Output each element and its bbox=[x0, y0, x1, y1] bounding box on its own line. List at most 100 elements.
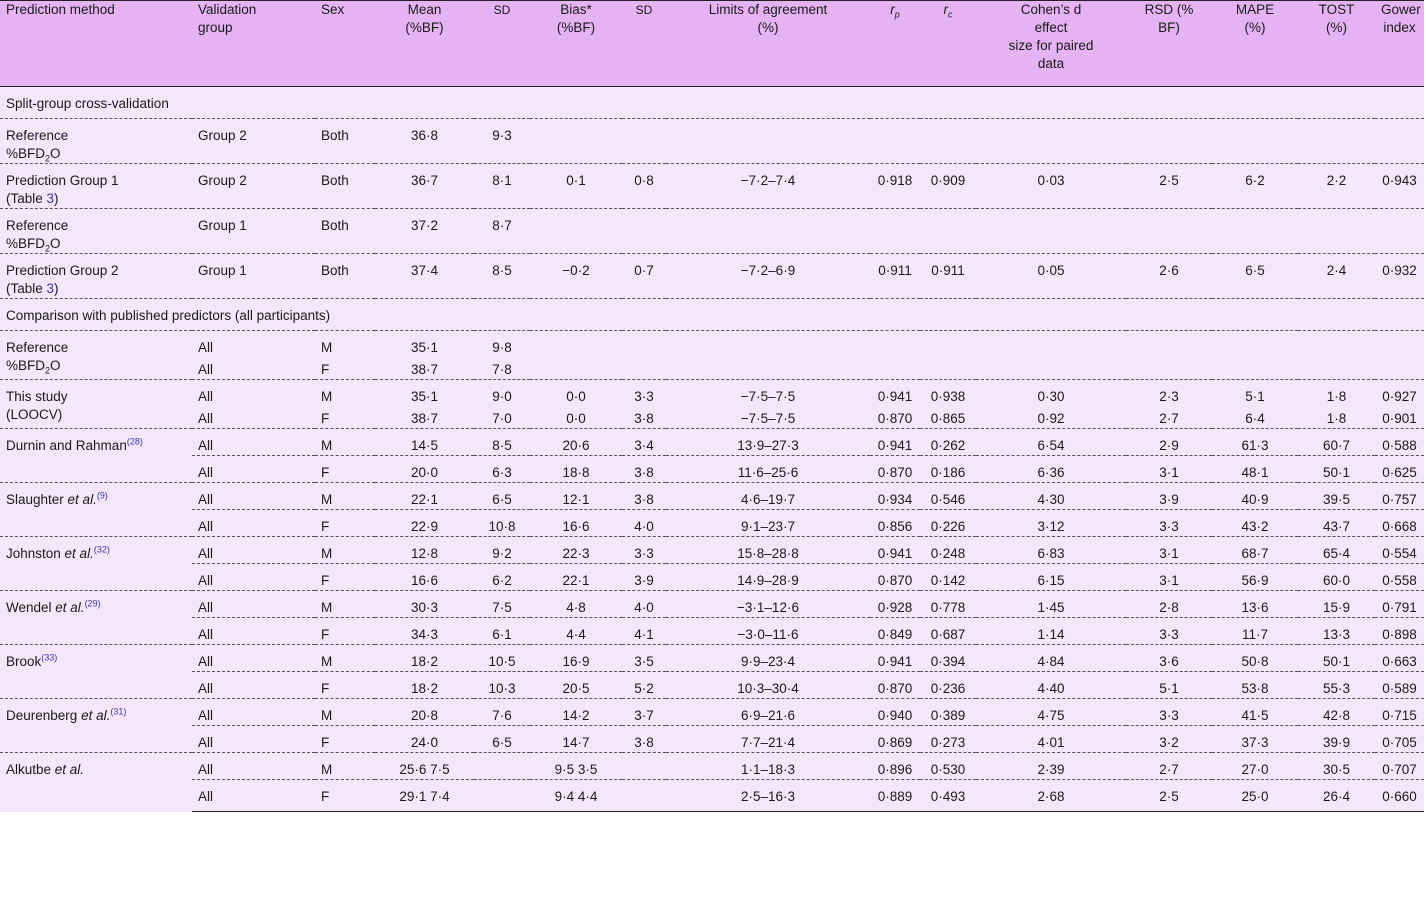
rc-cell: 0·186 bbox=[920, 455, 976, 483]
header-row: Prediction method Validation group Sex Me… bbox=[0, 0, 1424, 87]
rc-cell: 0·273 bbox=[920, 725, 976, 753]
sd-cell: 9·0 bbox=[474, 379, 530, 406]
bias-cell: 22·3 bbox=[530, 536, 622, 564]
table-row: Alkutbe et al. All M 25·6 7·5 9·5 3·5 1·1–18… bbox=[0, 752, 1424, 812]
table-row: Reference %BFD2O Group 2 Both 36·8 9·3 bbox=[0, 118, 1424, 164]
gower-cell bbox=[1375, 208, 1424, 254]
col-rsd: RSD (% BF) bbox=[1126, 0, 1212, 87]
loa-cell: −7·2–7·4 bbox=[666, 163, 870, 209]
bias-cell bbox=[530, 118, 622, 164]
rc-cell: 0·226 bbox=[920, 509, 976, 537]
rsd-cell: 3·3 bbox=[1126, 698, 1212, 726]
bias-sd-cell bbox=[622, 330, 666, 357]
sex-cell: F bbox=[315, 617, 375, 645]
method-cell: Reference %BFD2O bbox=[0, 208, 192, 254]
cohen-cell bbox=[976, 118, 1126, 164]
bias-cell: 9·5 3·5 bbox=[530, 752, 622, 780]
mape-cell bbox=[1212, 330, 1298, 357]
rc-cell bbox=[920, 118, 976, 164]
rc-cell: 0·248 bbox=[920, 536, 976, 564]
rp-cell: 0·856 bbox=[870, 509, 920, 537]
group-cell: All bbox=[192, 455, 315, 483]
bias-cell: 16·9 bbox=[530, 644, 622, 672]
mape-cell bbox=[1212, 118, 1298, 164]
table-row: All F 20·0 6·3 18·8 3·8 11·6–25·6 0·870 0·186 6·3… bbox=[0, 455, 1424, 483]
rsd-cell: 2·3 bbox=[1126, 379, 1212, 406]
gower-cell: 0·554 bbox=[1375, 536, 1424, 564]
rp-cell: 0·889 bbox=[870, 779, 920, 812]
bias-cell: 14·2 bbox=[530, 698, 622, 726]
gower-cell bbox=[1375, 357, 1424, 380]
bias-sd-cell: 3·5 bbox=[622, 644, 666, 672]
table-row: All F 29·1 7·4 9·4 4·4 2·5–16·3 0·889 0·493 2·6… bbox=[0, 779, 1424, 812]
group-cell: All bbox=[192, 590, 315, 618]
rsd-cell: 3·1 bbox=[1126, 536, 1212, 564]
group-cell: Group 2 bbox=[192, 163, 315, 209]
tost-cell: 1·8 bbox=[1326, 411, 1347, 426]
sex-cell: M bbox=[315, 330, 375, 357]
table-row: Reference %BFD2O Group 1 Both 37·2 8·7 bbox=[0, 208, 1424, 254]
bias-cell bbox=[530, 357, 622, 380]
bias-sd-cell: 0·8 bbox=[622, 163, 666, 209]
rsd-cell bbox=[1126, 330, 1212, 357]
sd-cell: 6·1 bbox=[474, 617, 530, 645]
method-cell: Reference %BFD2O bbox=[0, 330, 192, 380]
tost-cell: 30·5 bbox=[1298, 752, 1375, 780]
sd-cell: 6·2 bbox=[474, 563, 530, 591]
col-group: Validation group bbox=[192, 0, 315, 87]
bias-sd-cell: 3·8 bbox=[622, 725, 666, 753]
tost-cell: 43·7 bbox=[1298, 509, 1375, 537]
table-row: Deurenberg et al.(31) All M 20·8 7·6 14·2 3·7… bbox=[0, 698, 1424, 753]
bias-cell: 4·8 bbox=[530, 590, 622, 618]
group-cell: Group 1 bbox=[192, 253, 315, 299]
rsd-cell bbox=[1126, 357, 1212, 380]
rsd-cell: 3·6 bbox=[1126, 644, 1212, 672]
table-row: All F 34·3 6·1 4·4 4·1 −3·0–11·6 0·849 0·687 1·14… bbox=[0, 617, 1424, 645]
table-row: All F 18·2 10·3 20·5 5·2 10·3–30·4 0·870 0·236 4·… bbox=[0, 671, 1424, 699]
sex-cell: M bbox=[315, 428, 375, 456]
mape-cell: 43·2 bbox=[1212, 509, 1298, 537]
table-row: All F 16·6 6·2 22·1 3·9 14·9–28·9 0·870 0·142 6·1… bbox=[0, 563, 1424, 591]
sd-cell: 10·8 bbox=[474, 509, 530, 537]
loa-cell: 9·9–23·4 bbox=[666, 644, 870, 672]
sd-cell bbox=[474, 752, 530, 780]
method-cell: Prediction Group 1 (Table 3) bbox=[0, 163, 192, 209]
rsd-cell bbox=[1126, 118, 1212, 164]
mean-cell: 16·6 bbox=[375, 563, 474, 591]
cohen-cell: 0·30 bbox=[976, 379, 1126, 406]
cohen-cell: 4·01 bbox=[976, 725, 1126, 753]
rp-cell: 0·870 bbox=[870, 455, 920, 483]
gower-cell: 0·927 bbox=[1375, 379, 1424, 406]
rc-cell: 0·389 bbox=[920, 698, 976, 726]
cohen-cell: 0·05 bbox=[976, 253, 1126, 299]
bias-sd-cell bbox=[622, 118, 666, 164]
table-row: Wendel et al.(29) All M 30·3 7·5 4·8 4·0 −3·1–… bbox=[0, 590, 1424, 645]
mean-cell: 25·6 7·5 bbox=[375, 752, 474, 780]
table-row: This study (LOOCV) All M 35·1 9·0 0·0 3·3 −7·5–… bbox=[0, 379, 1424, 429]
mape-cell: 40·9 bbox=[1212, 482, 1298, 510]
cohen-cell bbox=[976, 330, 1126, 357]
gower-cell: 0·660 bbox=[1375, 779, 1424, 812]
tost-cell: 42·8 bbox=[1298, 698, 1375, 726]
sd-cell: 6·5 bbox=[474, 725, 530, 753]
gower-cell: 0·943 bbox=[1375, 163, 1424, 209]
mean-cell: 12·8 bbox=[375, 536, 474, 564]
rc-cell: 0·142 bbox=[920, 563, 976, 591]
gower-cell: 0·588 bbox=[1375, 428, 1424, 456]
bias-cell: 0·0 bbox=[566, 411, 586, 426]
section-published: Comparison with published predictors (al… bbox=[0, 298, 1424, 331]
rsd-cell: 3·2 bbox=[1126, 725, 1212, 753]
table-row: All F 38·7 7·0 0·0 3·8 −7·5–7·5 0·870 0·865 0·92 2… bbox=[0, 406, 1424, 429]
tost-cell: 1·8 bbox=[1298, 379, 1375, 406]
tost-cell: 60·0 bbox=[1298, 563, 1375, 591]
group-cell: All bbox=[192, 509, 315, 537]
cohen-cell: 4·40 bbox=[976, 671, 1126, 699]
sex-cell: Both bbox=[315, 208, 375, 254]
mean-cell: 38·7 bbox=[410, 411, 439, 426]
mape-cell: 6·5 bbox=[1212, 253, 1298, 299]
rsd-cell: 2·5 bbox=[1126, 163, 1212, 209]
section-title: Split-group cross-validation bbox=[6, 96, 169, 111]
rp-cell: 0·918 bbox=[870, 163, 920, 209]
group-cell: All bbox=[192, 379, 315, 406]
bias-cell: 0·1 bbox=[530, 163, 622, 209]
